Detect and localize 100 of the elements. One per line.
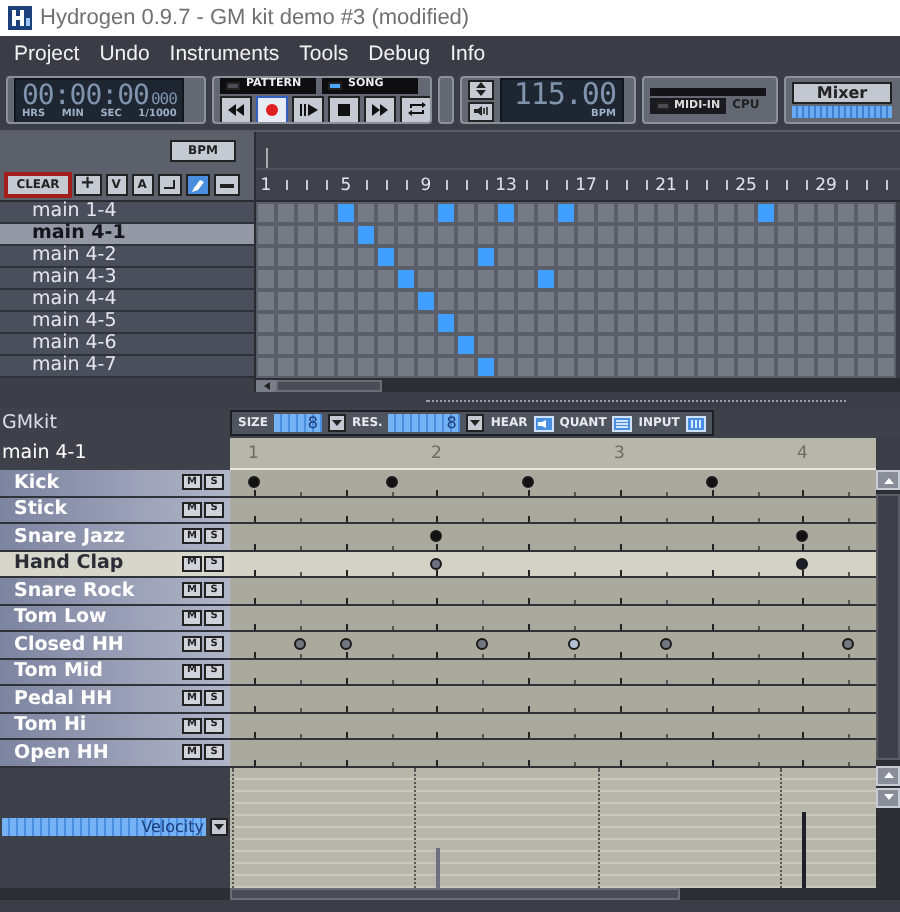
- song-cell[interactable]: [576, 334, 596, 356]
- song-cell[interactable]: [856, 246, 876, 268]
- empty-step-tick[interactable]: [253, 624, 256, 630]
- song-cell[interactable]: [576, 356, 596, 378]
- empty-step-tick[interactable]: [528, 705, 531, 711]
- song-cell[interactable]: [776, 312, 796, 334]
- pattern-list-item[interactable]: main 4-3: [0, 268, 254, 290]
- empty-step-tick[interactable]: [528, 570, 531, 576]
- remove-button[interactable]: [213, 174, 240, 196]
- song-cell[interactable]: [376, 268, 396, 290]
- empty-step-tick[interactable]: [528, 651, 531, 657]
- song-cell[interactable]: [876, 246, 896, 268]
- song-cell[interactable]: [376, 290, 396, 312]
- empty-step-tick[interactable]: [619, 732, 622, 738]
- song-cell[interactable]: [756, 246, 776, 268]
- song-cell[interactable]: [416, 268, 436, 290]
- song-cell[interactable]: [656, 202, 676, 224]
- song-cell[interactable]: [596, 268, 616, 290]
- song-cell[interactable]: [476, 268, 496, 290]
- empty-step-tick[interactable]: [253, 732, 256, 738]
- song-cell[interactable]: [456, 290, 476, 312]
- song-cell[interactable]: [636, 334, 656, 356]
- note-dot[interactable]: [522, 476, 535, 489]
- song-cell[interactable]: [376, 224, 396, 246]
- song-cell[interactable]: [816, 334, 836, 356]
- scrollbar-thumb[interactable]: [276, 379, 382, 391]
- song-cell[interactable]: [716, 356, 736, 378]
- song-cell[interactable]: [656, 290, 676, 312]
- song-cell[interactable]: [316, 268, 336, 290]
- song-cell[interactable]: [736, 246, 756, 268]
- song-cell[interactable]: [416, 334, 436, 356]
- forward-button[interactable]: [364, 95, 396, 122]
- song-cell[interactable]: [436, 356, 456, 378]
- pattern-list-item[interactable]: main 4-2: [0, 246, 254, 268]
- song-cell[interactable]: [816, 224, 836, 246]
- play-button[interactable]: [292, 95, 324, 122]
- song-cell[interactable]: [696, 224, 716, 246]
- song-cell[interactable]: [396, 246, 416, 268]
- song-cell[interactable]: [256, 224, 276, 246]
- song-cell[interactable]: [796, 312, 816, 334]
- song-cell[interactable]: [876, 202, 896, 224]
- song-cell[interactable]: [636, 224, 656, 246]
- song-cell[interactable]: [616, 312, 636, 334]
- empty-step-tick[interactable]: [528, 516, 531, 522]
- active-song-cell[interactable]: [336, 202, 356, 224]
- note-dot[interactable]: [842, 638, 855, 651]
- song-cell[interactable]: [396, 290, 416, 312]
- song-cell[interactable]: [516, 202, 536, 224]
- rewind-button[interactable]: [220, 95, 252, 122]
- song-cell[interactable]: [656, 334, 676, 356]
- note-dot[interactable]: [705, 476, 718, 489]
- song-cell[interactable]: [536, 224, 556, 246]
- song-cell[interactable]: [276, 290, 296, 312]
- active-song-cell[interactable]: [356, 224, 376, 246]
- song-cell[interactable]: [516, 224, 536, 246]
- song-cell[interactable]: [396, 334, 416, 356]
- song-cell[interactable]: [476, 312, 496, 334]
- song-cell[interactable]: [856, 224, 876, 246]
- add-button[interactable]: +: [74, 174, 102, 196]
- song-cell[interactable]: [676, 246, 696, 268]
- song-cell[interactable]: [876, 290, 896, 312]
- song-cell[interactable]: [736, 290, 756, 312]
- song-cell[interactable]: [696, 312, 716, 334]
- song-cell[interactable]: [316, 290, 336, 312]
- active-song-cell[interactable]: [376, 246, 396, 268]
- song-cell[interactable]: [396, 312, 416, 334]
- song-cell[interactable]: [556, 268, 576, 290]
- active-song-cell[interactable]: [756, 202, 776, 224]
- song-cell[interactable]: [556, 312, 576, 334]
- song-cell[interactable]: [376, 334, 396, 356]
- song-cell[interactable]: [696, 202, 716, 224]
- note-dot[interactable]: [339, 638, 352, 651]
- active-song-cell[interactable]: [496, 202, 516, 224]
- active-song-cell[interactable]: [436, 202, 456, 224]
- song-cell[interactable]: [356, 334, 376, 356]
- song-cell[interactable]: [636, 356, 656, 378]
- song-cell[interactable]: [796, 356, 816, 378]
- song-cell[interactable]: [716, 334, 736, 356]
- song-cell[interactable]: [316, 224, 336, 246]
- song-cell[interactable]: [876, 356, 896, 378]
- song-cell[interactable]: [316, 246, 336, 268]
- song-cell[interactable]: [736, 356, 756, 378]
- empty-step-tick[interactable]: [253, 705, 256, 711]
- active-song-cell[interactable]: [436, 312, 456, 334]
- pattern-list-item[interactable]: main 4-4: [0, 290, 254, 312]
- song-cell[interactable]: [856, 268, 876, 290]
- song-cell[interactable]: [636, 268, 656, 290]
- song-cell[interactable]: [836, 356, 856, 378]
- song-cell[interactable]: [456, 356, 476, 378]
- empty-step-tick[interactable]: [528, 543, 531, 549]
- song-cell[interactable]: [376, 202, 396, 224]
- song-cell[interactable]: [556, 224, 576, 246]
- song-cell[interactable]: [516, 356, 536, 378]
- song-cell[interactable]: [856, 356, 876, 378]
- song-cell[interactable]: [696, 334, 716, 356]
- song-cell[interactable]: [416, 356, 436, 378]
- song-cell[interactable]: [616, 246, 636, 268]
- empty-step-tick[interactable]: [528, 597, 531, 603]
- select-tool-button[interactable]: [157, 174, 182, 196]
- song-cell[interactable]: [416, 246, 436, 268]
